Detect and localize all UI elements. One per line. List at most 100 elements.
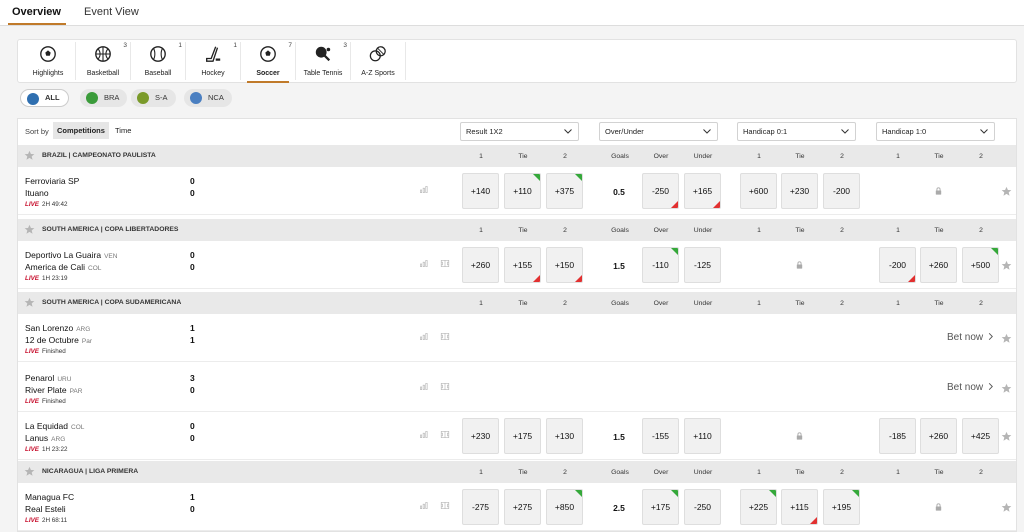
- odds-button[interactable]: +175: [504, 418, 541, 454]
- lock-icon: [935, 503, 942, 511]
- field-icon[interactable]: [439, 259, 451, 268]
- field-icon[interactable]: [439, 430, 451, 439]
- odds-button[interactable]: +850: [546, 489, 583, 525]
- favorite-star-icon[interactable]: [1001, 260, 1012, 271]
- match-row[interactable]: San Lorenzo ARG 12 de Octubre Par 1 1 LIVE Fini…: [18, 314, 1016, 362]
- sport-table-tennis[interactable]: Table Tennis 3: [296, 42, 351, 80]
- odds-button[interactable]: +260: [462, 247, 499, 283]
- odds-button[interactable]: -185: [879, 418, 916, 454]
- column-header: Tie: [795, 469, 805, 476]
- field-icon[interactable]: [439, 332, 451, 341]
- bet-now-label: Bet now: [947, 332, 984, 343]
- odds-button[interactable]: +155: [504, 247, 541, 283]
- home-team: La Equidad COL: [25, 421, 84, 431]
- column-header: Goals: [611, 469, 629, 476]
- odds-button[interactable]: -155: [642, 418, 679, 454]
- odds-button[interactable]: +230: [781, 173, 818, 209]
- column-header: 2: [840, 153, 844, 160]
- favorite-star-icon[interactable]: [1001, 502, 1012, 513]
- bet-now-link[interactable]: Bet now: [947, 382, 995, 393]
- field-icon[interactable]: [439, 501, 451, 510]
- sport-soccer[interactable]: Soccer 7: [241, 42, 296, 83]
- sport-highlights[interactable]: Highlights: [21, 42, 76, 80]
- table-tennis-icon: [315, 46, 331, 62]
- odds-button[interactable]: +110: [504, 173, 541, 209]
- odds-button[interactable]: +130: [546, 418, 583, 454]
- tab-event-view[interactable]: Event View: [84, 6, 139, 18]
- sort-time-button[interactable]: Time: [111, 122, 135, 139]
- odds-button[interactable]: +260: [920, 247, 957, 283]
- stats-bars-icon[interactable]: [418, 332, 430, 341]
- sport-hockey[interactable]: Hockey 1: [186, 42, 241, 80]
- odds-button[interactable]: +375: [546, 173, 583, 209]
- odds-button[interactable]: +500: [962, 247, 999, 283]
- away-score: 1: [190, 335, 195, 345]
- home-score: 3: [190, 373, 195, 383]
- market-select-2[interactable]: Over/Under: [599, 122, 718, 141]
- odds-button[interactable]: +260: [920, 418, 957, 454]
- stats-bars-icon[interactable]: [418, 382, 430, 391]
- match-clock: 2H 68:11: [42, 517, 68, 524]
- odds-button[interactable]: -250: [684, 489, 721, 525]
- match-row[interactable]: Ferroviaria SP Ituano 0 0 LIVE 2H 49:42 +140 +1…: [18, 167, 1016, 215]
- favorite-star-icon[interactable]: [1001, 186, 1012, 197]
- sport-label: Highlights: [32, 70, 64, 77]
- market-select-4[interactable]: Handicap 1:0: [876, 122, 995, 141]
- tab-overview[interactable]: Overview: [12, 6, 61, 18]
- sort-competitions-button[interactable]: Competitions: [53, 122, 109, 139]
- region-pill-nca[interactable]: NCA: [184, 89, 232, 107]
- stats-bars-icon[interactable]: [418, 430, 430, 439]
- region-pill-bra[interactable]: BRA: [80, 89, 128, 107]
- match-status: LIVE Finished: [25, 348, 66, 355]
- field-icon[interactable]: [439, 382, 451, 391]
- match-row[interactable]: Managua FC Real Esteli 1 0 LIVE 2H 68:11 -275 +…: [18, 483, 1016, 531]
- favorite-star-icon[interactable]: [1001, 383, 1012, 394]
- market-select-1[interactable]: Result 1X2: [460, 122, 579, 141]
- chevron-right-icon: [988, 333, 994, 340]
- odds-button[interactable]: +140: [462, 173, 499, 209]
- odds-button[interactable]: +425: [962, 418, 999, 454]
- odds-button[interactable]: -250: [642, 173, 679, 209]
- odds-button[interactable]: -200: [823, 173, 860, 209]
- odds-button[interactable]: +195: [823, 489, 860, 525]
- odds-button[interactable]: +165: [684, 173, 721, 209]
- lock-icon: [796, 432, 803, 440]
- favorite-star-icon[interactable]: [1001, 431, 1012, 442]
- sport-label: Table Tennis: [303, 70, 343, 77]
- favorite-star-icon[interactable]: [1001, 333, 1012, 344]
- odds-button[interactable]: +110: [684, 418, 721, 454]
- odds-button[interactable]: +275: [504, 489, 541, 525]
- column-header: 1: [757, 227, 761, 234]
- odds-button[interactable]: +150: [546, 247, 583, 283]
- region-pill-s-a[interactable]: S-A: [131, 89, 176, 107]
- sport-baseball[interactable]: Baseball 1: [131, 42, 186, 80]
- odds-button[interactable]: +115: [781, 489, 818, 525]
- odds-button[interactable]: +230: [462, 418, 499, 454]
- match-row[interactable]: La Equidad COL Lanus ARG 0 0 LIVE 1H 23:22 +230 +…: [18, 412, 1016, 460]
- match-row[interactable]: Deportivo La Guaira VEN America de Cali COL…: [18, 241, 1016, 289]
- sport-label: A-Z Sports: [361, 70, 395, 77]
- odds-button[interactable]: +225: [740, 489, 777, 525]
- region-pill-all[interactable]: ALL: [20, 89, 69, 107]
- bet-now-link[interactable]: Bet now: [947, 332, 995, 343]
- stats-bars-icon[interactable]: [418, 185, 430, 194]
- odds-button[interactable]: -275: [462, 489, 499, 525]
- column-header: Tie: [934, 300, 944, 307]
- odds-button[interactable]: -125: [684, 247, 721, 283]
- match-row[interactable]: Penarol URU River Plate PAR 3 0 LIVE Finished Be…: [18, 364, 1016, 412]
- stats-bars-icon[interactable]: [418, 501, 430, 510]
- market-select-3[interactable]: Handicap 0:1: [737, 122, 856, 141]
- home-team-name: La Equidad: [25, 421, 69, 431]
- column-header: 2: [979, 469, 983, 476]
- odds-button[interactable]: +600: [740, 173, 777, 209]
- odds-button[interactable]: -110: [642, 247, 679, 283]
- odds-button[interactable]: -200: [879, 247, 916, 283]
- soccer-ball-icon: [260, 46, 276, 62]
- match-status: LIVE 1H 23:19: [25, 275, 68, 282]
- odds-button[interactable]: +175: [642, 489, 679, 525]
- sport-basketball[interactable]: Basketball 3: [76, 42, 131, 80]
- soccer-ball-icon: [40, 46, 56, 62]
- stats-bars-icon[interactable]: [418, 259, 430, 268]
- sport-a-z-sports[interactable]: A-Z Sports: [351, 42, 406, 80]
- live-badge: LIVE: [25, 517, 39, 524]
